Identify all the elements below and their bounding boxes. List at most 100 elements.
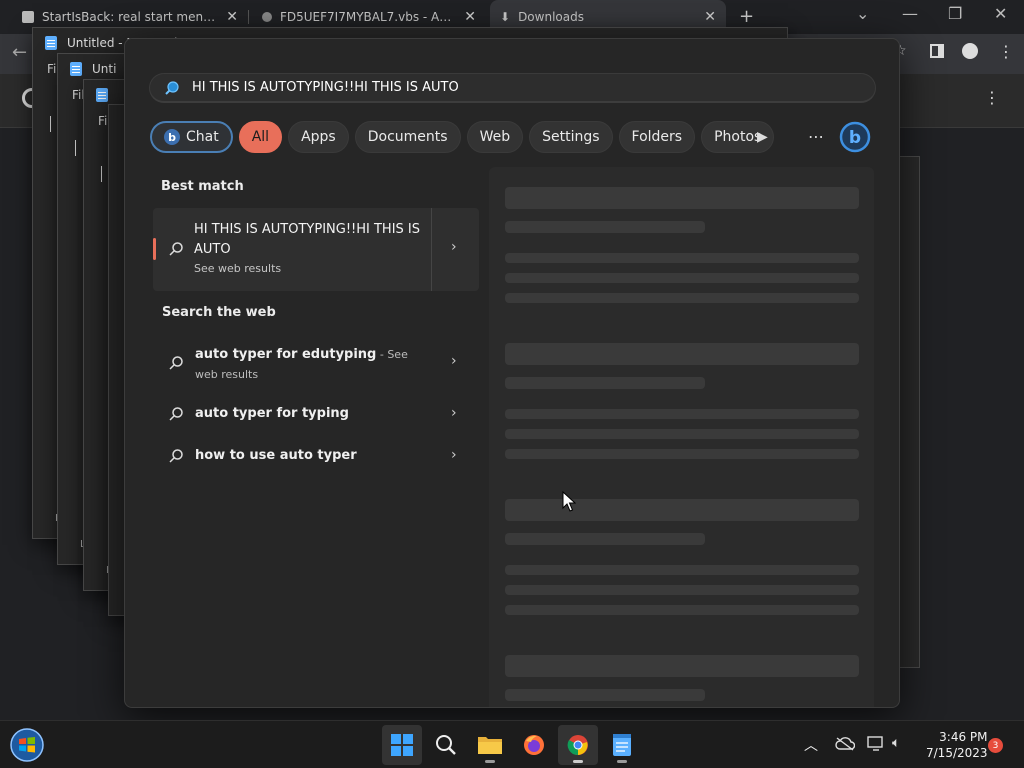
notification-badge[interactable]: 3 xyxy=(988,738,1003,753)
filter-folders[interactable]: Folders xyxy=(618,121,696,153)
filter-settings[interactable]: Settings xyxy=(529,121,613,153)
taskbar: ︿ 🔈︎ 3:46 PM 7/15/2023 3 xyxy=(0,720,1024,768)
clock[interactable]: 3:46 PM 7/15/2023 xyxy=(926,729,988,761)
skeleton-line xyxy=(505,689,705,701)
notepad-icon xyxy=(45,36,57,50)
web-result-query: how to use auto typer xyxy=(195,448,357,463)
clock-time: 3:46 PM xyxy=(939,730,988,744)
chevron-right-icon[interactable]: › xyxy=(451,239,457,255)
skeleton-line xyxy=(505,409,859,419)
profile-icon[interactable] xyxy=(962,43,978,59)
tab-search-icon[interactable]: ⌄ xyxy=(856,4,869,23)
clock-date: 7/15/2023 xyxy=(926,746,988,760)
tab-title: FD5UEF7I7MYBAL7.vbs - AnonFil xyxy=(280,10,457,24)
mouse-cursor-icon xyxy=(562,491,576,512)
onedrive-offline-icon[interactable] xyxy=(835,737,855,751)
minimize-button[interactable]: — xyxy=(902,4,918,23)
chevron-right-icon[interactable]: › xyxy=(451,447,457,463)
volume-icon[interactable]: 🔈︎ xyxy=(892,735,900,751)
chevron-right-icon[interactable]: › xyxy=(451,405,457,421)
filter-chat[interactable]: b Chat xyxy=(150,121,233,153)
skeleton-block xyxy=(505,655,859,677)
skeleton-block xyxy=(505,187,859,209)
chrome-menu-icon[interactable]: ⋮ xyxy=(998,42,1014,61)
start-button[interactable] xyxy=(382,725,422,765)
svg-text:b: b xyxy=(849,128,861,148)
notepad-title: Unti xyxy=(92,62,117,76)
back-arrow-icon[interactable]: ← xyxy=(12,42,27,63)
page-icon xyxy=(262,12,272,22)
notepad-button[interactable] xyxy=(602,725,642,765)
skeleton-line xyxy=(505,273,859,283)
play-more-filters-icon[interactable]: ▶ xyxy=(757,129,768,145)
page-icon xyxy=(22,11,34,23)
skeleton-line xyxy=(505,565,859,575)
search-web-heading: Search the web xyxy=(162,305,276,320)
web-result-2[interactable]: auto typer for typing › xyxy=(153,402,479,426)
search-filter-bar: b Chat All Apps Documents Web Settings F… xyxy=(150,121,775,153)
skeleton-line xyxy=(505,253,859,263)
restore-button[interactable]: ❐ xyxy=(948,4,962,23)
filter-all[interactable]: All xyxy=(238,121,283,153)
selection-accent xyxy=(153,238,156,260)
file-explorer-button[interactable] xyxy=(470,725,510,765)
best-match-heading: Best match xyxy=(161,179,244,194)
filter-documents[interactable]: Documents xyxy=(354,121,461,153)
firefox-icon xyxy=(524,735,544,755)
skeleton-line xyxy=(505,221,705,233)
close-tab-icon[interactable]: ✕ xyxy=(464,9,476,25)
search-box[interactable] xyxy=(149,73,876,103)
start-search-flyout: b Chat All Apps Documents Web Settings F… xyxy=(124,38,900,708)
notepad-icon xyxy=(96,88,108,102)
network-icon[interactable] xyxy=(867,736,885,752)
firefox-button[interactable] xyxy=(514,725,554,765)
chevron-right-icon[interactable]: › xyxy=(451,353,457,369)
notepad-icon xyxy=(613,734,631,756)
close-tab-icon[interactable]: ✕ xyxy=(226,9,238,25)
background-window-edge xyxy=(898,156,920,668)
search-icon xyxy=(169,242,183,256)
filter-label: Settings xyxy=(542,129,600,145)
more-options-icon[interactable]: ⋮ xyxy=(984,88,1000,107)
bing-chat-icon: b xyxy=(164,129,180,145)
close-tab-icon[interactable]: ✕ xyxy=(704,9,716,25)
running-indicator xyxy=(617,760,627,763)
text-caret xyxy=(75,140,76,156)
running-indicator xyxy=(485,760,495,763)
windows7-orb-button[interactable] xyxy=(6,724,48,766)
best-match-subtitle: See web results xyxy=(194,262,282,275)
divider xyxy=(431,208,432,291)
chrome-button[interactable] xyxy=(558,725,598,765)
close-window-button[interactable]: ✕ xyxy=(994,4,1007,23)
running-indicator xyxy=(573,760,583,763)
filter-web[interactable]: Web xyxy=(466,121,524,153)
preview-pane-loading xyxy=(489,167,874,707)
filter-label: Photos xyxy=(714,129,762,145)
bing-icon[interactable]: b xyxy=(838,120,872,154)
tab-title: Downloads xyxy=(518,10,584,24)
side-panel-icon[interactable] xyxy=(930,44,944,58)
text-caret xyxy=(50,116,51,132)
web-result-1[interactable]: auto typer for edutyping - See web resul… xyxy=(153,339,479,387)
web-result-text: how to use auto typer xyxy=(195,446,425,466)
best-match-result[interactable]: HI THIS IS AUTOTYPING!!HI THIS IS AUTO S… xyxy=(153,208,479,291)
text-caret xyxy=(101,166,102,182)
search-input[interactable] xyxy=(190,79,830,96)
new-tab-button[interactable]: + xyxy=(739,6,754,27)
filter-label: Folders xyxy=(631,129,683,145)
taskbar-search-button[interactable] xyxy=(426,725,466,765)
web-result-query: auto typer for typing xyxy=(195,406,349,421)
filter-apps[interactable]: Apps xyxy=(288,121,349,153)
web-result-3[interactable]: how to use auto typer › xyxy=(153,444,479,468)
web-result-query: auto typer for edutyping xyxy=(195,347,377,362)
skeleton-line xyxy=(505,533,705,545)
filter-label: Web xyxy=(479,129,511,145)
skeleton-line xyxy=(505,449,859,459)
search-icon xyxy=(169,449,183,463)
folder-icon xyxy=(478,737,502,754)
search-icon xyxy=(165,80,179,95)
chevron-up-icon[interactable]: ︿ xyxy=(804,735,818,755)
more-options-icon[interactable]: ⋯ xyxy=(808,127,825,146)
skeleton-line xyxy=(505,429,859,439)
filter-label: Documents xyxy=(367,129,448,145)
